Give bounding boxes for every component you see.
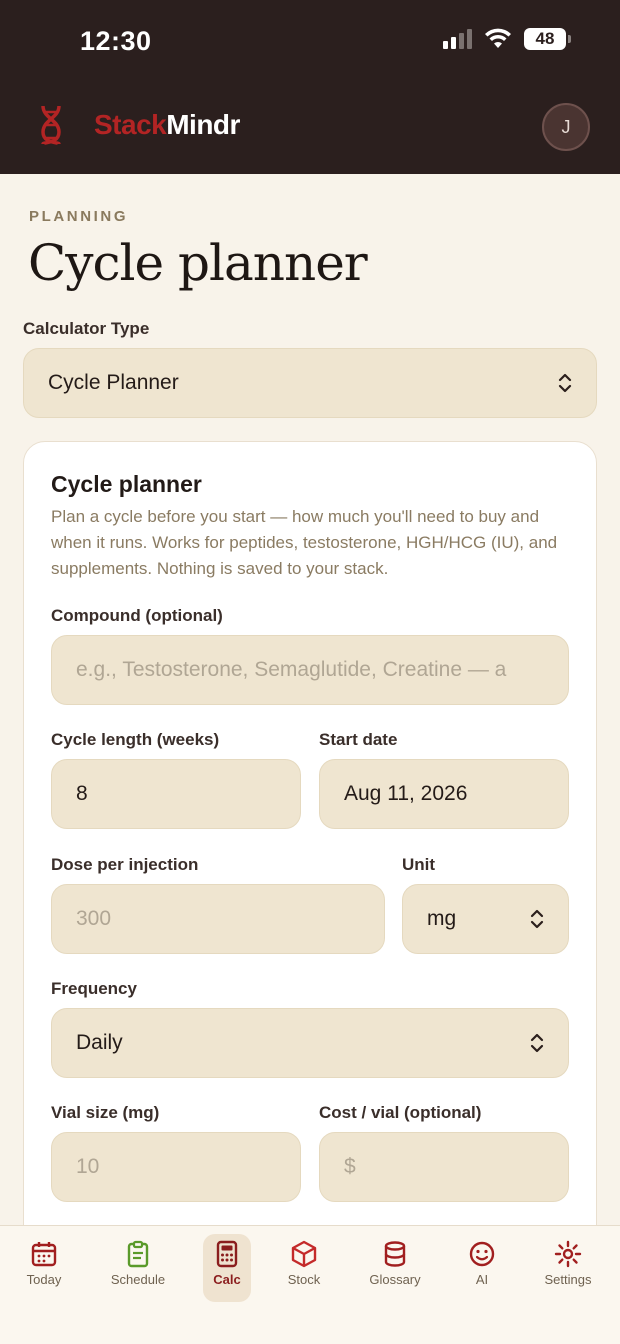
clipboard-icon (127, 1240, 149, 1268)
cycle-length-input[interactable]: 8 (51, 759, 301, 829)
cycle-length-value: 8 (76, 782, 88, 805)
vial-size-placeholder: 10 (76, 1155, 100, 1178)
brand-name-part2: Mindr (166, 109, 240, 140)
calculator-icon (216, 1240, 238, 1268)
unit-value: mg (427, 907, 457, 930)
tab-label: Stock (287, 1272, 321, 1287)
card-description: Plan a cycle before you start — how much… (51, 507, 558, 578)
tab-label: Today (26, 1272, 62, 1287)
dose-input[interactable]: 300 (51, 884, 385, 954)
start-date-input[interactable]: Aug 11, 2026 (319, 759, 569, 829)
calculator-type-label: Calculator Type (23, 319, 150, 338)
vial-size-input[interactable]: 10 (51, 1132, 301, 1202)
cost-placeholder: $ (344, 1155, 356, 1178)
compound-input[interactable]: e.g., Testosterone, Semaglutide, Creatin… (51, 635, 569, 705)
calendar-icon (31, 1242, 57, 1267)
gear-icon (554, 1240, 582, 1268)
dose-placeholder: 300 (76, 907, 112, 930)
tab-label: Settings (544, 1272, 592, 1287)
tab-label: Schedule (110, 1272, 166, 1287)
dna-logo-icon (41, 105, 61, 146)
compound-label: Compound (optional) (51, 606, 223, 625)
brand-name-part1: Stack (94, 109, 167, 140)
bottom-tab-bar: Today Schedule Calc Stock Glossary AI Se… (0, 1225, 620, 1344)
tab-calc[interactable]: Calc (203, 1234, 251, 1302)
card-title: Cycle planner (51, 471, 202, 497)
dose-label: Dose per injection (51, 855, 199, 874)
tab-schedule[interactable]: Schedule (102, 1234, 174, 1296)
battery-icon: 48 (524, 28, 571, 50)
compound-placeholder: e.g., Testosterone, Semaglutide, Creatin… (76, 658, 507, 681)
tab-glossary[interactable]: Glossary (360, 1234, 430, 1296)
chevron-updown-icon (558, 373, 572, 393)
status-time: 12:30 (80, 26, 152, 56)
frequency-value: Daily (76, 1031, 123, 1054)
box-icon (291, 1240, 317, 1268)
vial-size-label: Vial size (mg) (51, 1103, 160, 1122)
avatar[interactable]: J (542, 103, 590, 151)
frequency-label: Frequency (51, 979, 137, 998)
tab-stock[interactable]: Stock (278, 1234, 330, 1296)
brand-name: StackMindr (94, 109, 240, 141)
unit-label: Unit (402, 855, 436, 874)
database-icon (384, 1241, 406, 1267)
calculator-type-select[interactable]: Cycle Planner (23, 348, 597, 418)
page-eyebrow: PLANNING (29, 208, 129, 225)
brand[interactable]: StackMindr (38, 104, 240, 146)
frequency-select[interactable]: Daily (51, 1008, 569, 1078)
start-date-label: Start date (319, 730, 398, 749)
tab-ai[interactable]: AI (462, 1234, 502, 1296)
signal-icon (443, 29, 472, 49)
chevron-updown-icon (530, 909, 544, 929)
tab-settings[interactable]: Settings (536, 1234, 600, 1296)
tab-label: Glossary (369, 1272, 421, 1287)
tab-label: Calc (213, 1272, 241, 1287)
status-indicators: 48 (443, 28, 571, 50)
smiley-icon (469, 1241, 495, 1267)
page-title: Cycle planner (28, 234, 368, 292)
calculator-type-value: Cycle Planner (48, 371, 179, 394)
top-bar: 12:30 48 StackMindr J (0, 0, 620, 174)
tab-today[interactable]: Today (14, 1234, 74, 1296)
wifi-icon (485, 28, 511, 48)
cost-label: Cost / vial (optional) (319, 1103, 482, 1122)
unit-select[interactable]: mg (402, 884, 569, 954)
cycle-length-label: Cycle length (weeks) (51, 730, 220, 749)
tab-label: AI (475, 1272, 489, 1287)
cost-input[interactable]: $ (319, 1132, 569, 1202)
start-date-value: Aug 11, 2026 (344, 782, 468, 805)
chevron-updown-icon (530, 1033, 544, 1053)
